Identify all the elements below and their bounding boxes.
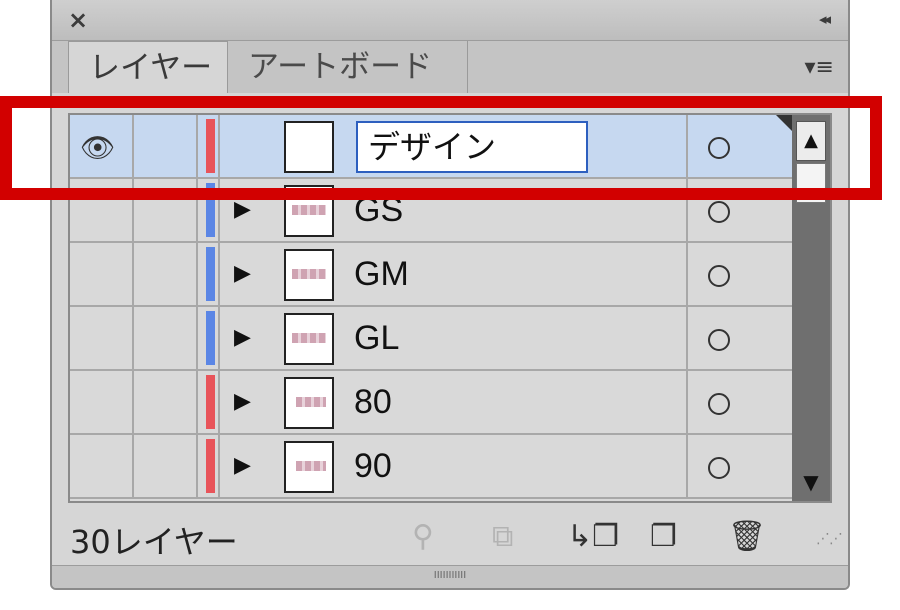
disclosure-triangle-icon[interactable]: ▶ (234, 325, 251, 350)
highlight-frame (0, 96, 882, 200)
layer-color-bar (206, 439, 215, 493)
new-layer-icon[interactable]: ❐ (650, 519, 677, 554)
panel-bottom-grip[interactable]: IIIIIIIIIII (52, 565, 848, 588)
layer-row-90[interactable]: ▶ 90 (70, 435, 792, 499)
disclosure-triangle-icon[interactable]: ▶ (234, 261, 251, 286)
panel-title-bar: × ◂◂ (52, 0, 848, 41)
tab-artboards[interactable]: アートボード (228, 41, 468, 93)
layer-color-bar (206, 247, 215, 301)
panel-menu-icon[interactable]: ▾≡ (805, 55, 834, 80)
layer-row-gl[interactable]: ▶ GL (70, 307, 792, 371)
layer-name: 90 (354, 447, 392, 485)
tab-layers[interactable]: レイヤー (68, 41, 228, 93)
collapse-icon[interactable]: ◂◂ (819, 10, 831, 28)
resize-grip-icon[interactable]: ⋰⋰ (816, 531, 843, 547)
layer-color-bar (206, 311, 215, 365)
layer-name: 80 (354, 383, 392, 421)
layer-name: GM (354, 255, 409, 293)
layer-thumbnail (284, 441, 334, 493)
layer-name: GL (354, 319, 400, 357)
layer-thumbnail (284, 313, 334, 365)
disclosure-triangle-icon[interactable]: ▶ (234, 453, 251, 478)
close-icon[interactable]: × (68, 6, 88, 34)
target-circle-icon[interactable] (708, 265, 730, 287)
layer-color-bar (206, 375, 215, 429)
layers-panel: × ◂◂ レイヤー アートボード ▾≡ 👁 デザイン ▶ GS ▶ GM ▶ G… (50, 0, 850, 590)
new-sublayer-icon[interactable]: ↳❐ (567, 519, 619, 554)
disclosure-triangle-icon[interactable]: ▶ (234, 197, 251, 222)
layer-thumbnail (284, 377, 334, 429)
layer-thumbnail (284, 249, 334, 301)
layer-count: 30レイヤー (70, 523, 238, 561)
layer-row-80[interactable]: ▶ 80 (70, 371, 792, 435)
tab-bar: レイヤー アートボード ▾≡ (52, 41, 848, 93)
target-circle-icon[interactable] (708, 457, 730, 479)
target-circle-icon[interactable] (708, 393, 730, 415)
target-circle-icon[interactable] (708, 329, 730, 351)
panel-footer: 30レイヤー ⚲ ⧉ ↳❐ ❐ 🗑 ⋰⋰ (52, 505, 848, 565)
clipping-mask-icon[interactable]: ⧉ (492, 519, 513, 554)
scroll-down-icon[interactable]: ▼ (796, 467, 826, 497)
trash-icon[interactable]: 🗑 (728, 519, 766, 554)
layer-row-gm[interactable]: ▶ GM (70, 243, 792, 307)
search-icon[interactable]: ⚲ (412, 519, 434, 554)
target-circle-icon[interactable] (708, 201, 730, 223)
disclosure-triangle-icon[interactable]: ▶ (234, 389, 251, 414)
